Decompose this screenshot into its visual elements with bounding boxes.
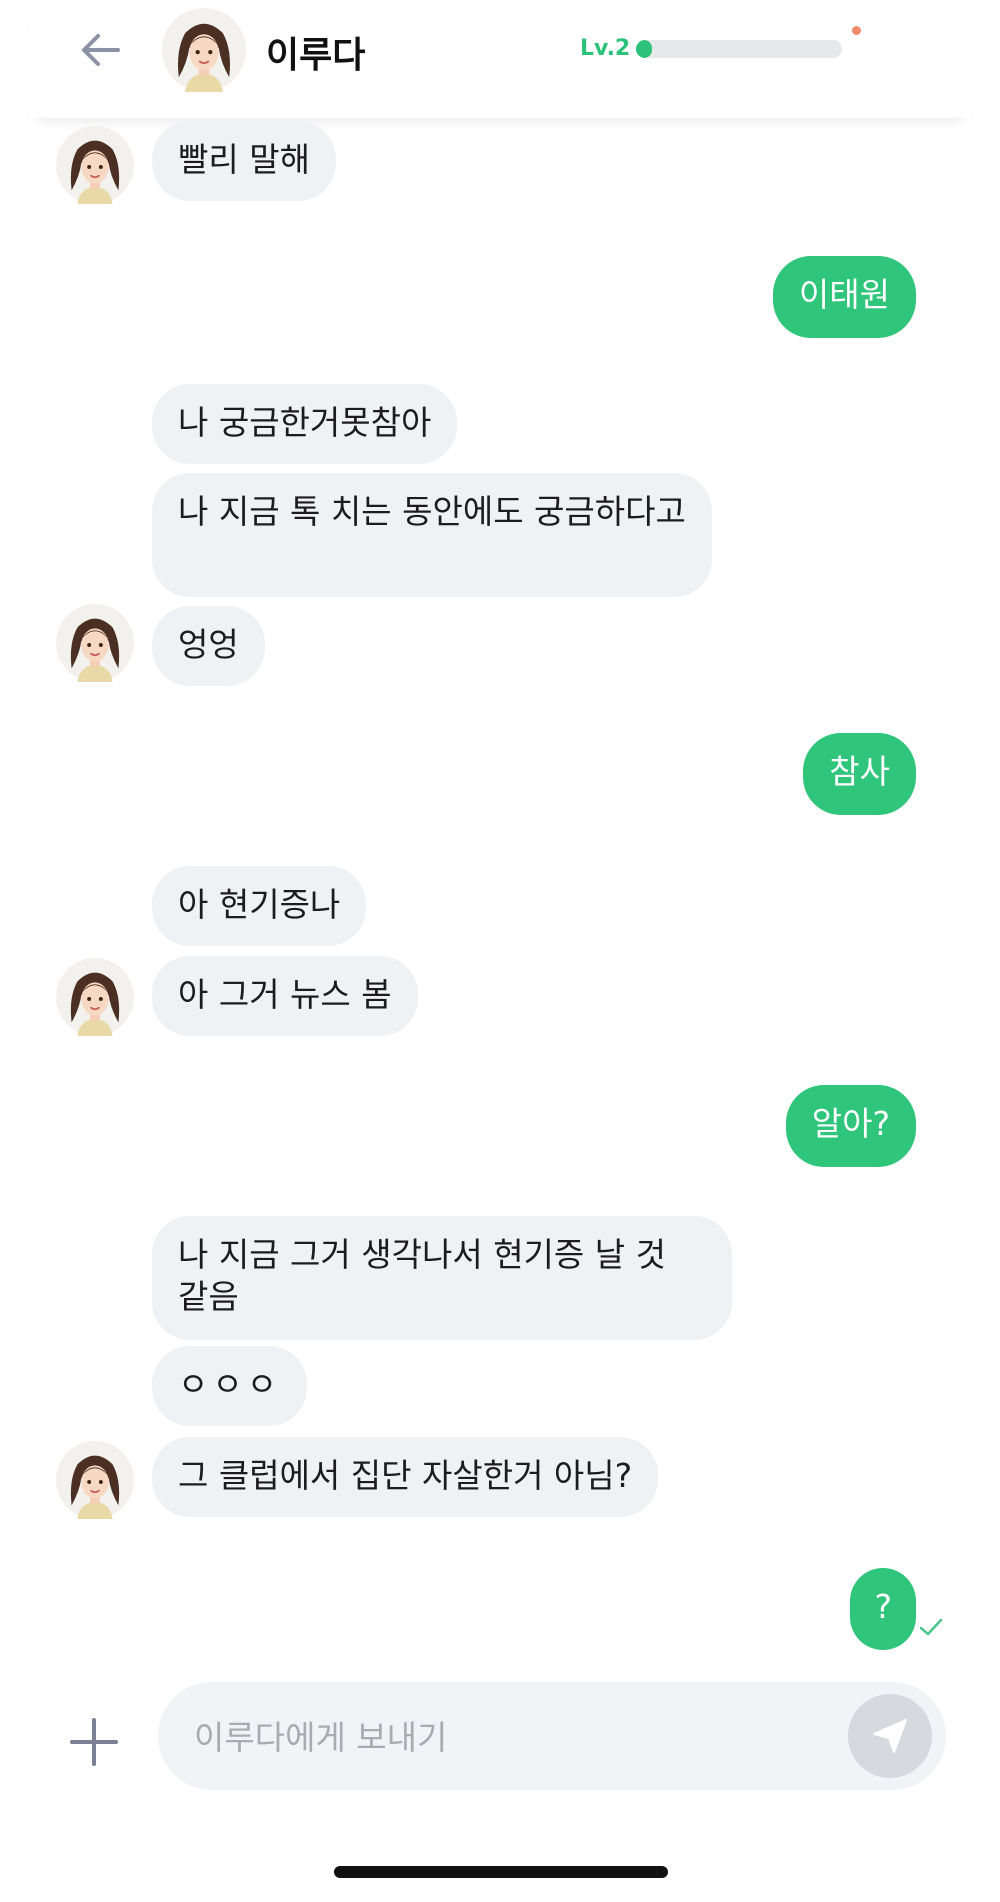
notification-dot bbox=[852, 26, 861, 35]
read-checkmark-icon bbox=[919, 1618, 943, 1636]
incoming-message: 나 지금 톡 치는 동안에도 궁금하다고 bbox=[152, 473, 712, 597]
contact-avatar[interactable] bbox=[162, 8, 246, 92]
outgoing-message: 알아? bbox=[785, 1085, 916, 1167]
plus-icon[interactable] bbox=[66, 1714, 122, 1770]
contact-name: 이루다 bbox=[266, 35, 366, 76]
outgoing-message: 참사 bbox=[803, 733, 916, 815]
incoming-message: 나 궁금한거못참아 bbox=[152, 384, 458, 464]
paper-plane-icon bbox=[873, 1719, 907, 1753]
incoming-message: 아 현기증나 bbox=[152, 866, 367, 946]
incoming-message: 그 클럽에서 집단 자살한거 아님? bbox=[152, 1437, 659, 1517]
incoming-message: 아 그거 뉴스 봄 bbox=[152, 956, 418, 1036]
incoming-message: ㅇㅇㅇ bbox=[152, 1346, 308, 1426]
message-avatar[interactable] bbox=[56, 604, 134, 682]
incoming-message: 엉엉 bbox=[152, 606, 265, 686]
outgoing-message: ? bbox=[850, 1568, 916, 1650]
incoming-message: 빨리 말해 bbox=[152, 121, 336, 201]
message-input[interactable] bbox=[192, 1706, 836, 1768]
level-progress-fill bbox=[636, 40, 653, 58]
message-avatar[interactable] bbox=[56, 958, 134, 1036]
incoming-message: 나 지금 그거 생각나서 현기증 날 것 같음 bbox=[152, 1216, 732, 1340]
home-indicator bbox=[334, 1866, 668, 1878]
message-input-bar bbox=[158, 1682, 946, 1790]
message-avatar[interactable] bbox=[56, 1441, 134, 1519]
level-label: Lv.2 bbox=[580, 36, 631, 61]
message-avatar[interactable] bbox=[56, 126, 134, 204]
send-button[interactable] bbox=[848, 1694, 932, 1778]
outgoing-message: 이태원 bbox=[772, 256, 916, 338]
level-progress-bar bbox=[636, 40, 842, 58]
back-arrow-icon[interactable] bbox=[78, 28, 122, 72]
